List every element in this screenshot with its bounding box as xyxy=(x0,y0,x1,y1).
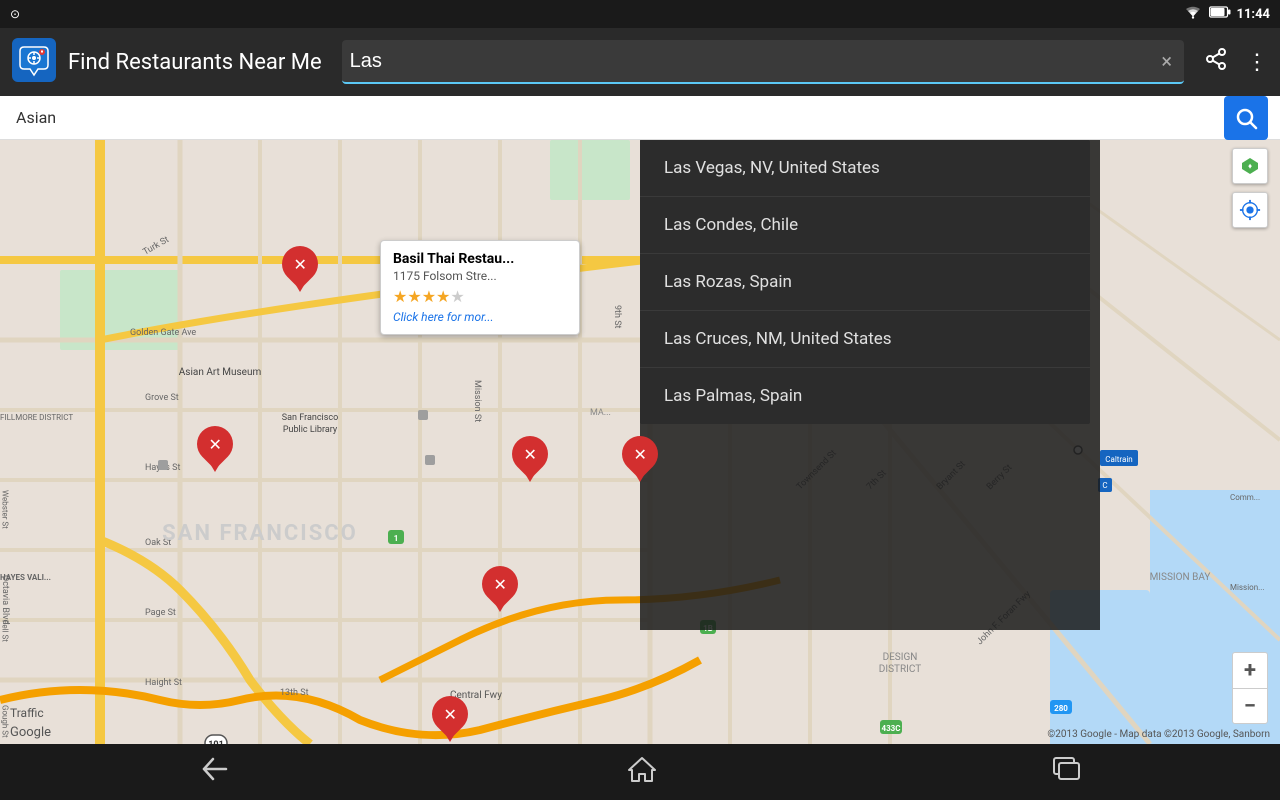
svg-text:Fell St: Fell St xyxy=(1,620,10,642)
status-bar: ⊙ 11:44 xyxy=(0,0,1280,28)
svg-text:Comm...: Comm... xyxy=(1230,493,1260,502)
zoom-out-button[interactable]: − xyxy=(1232,688,1268,724)
home-button[interactable] xyxy=(604,747,680,798)
restaurant-marker[interactable]: ✕ xyxy=(432,696,468,740)
clear-button[interactable]: × xyxy=(1157,45,1176,77)
popup-address: 1175 Folsom Stre... xyxy=(393,269,567,283)
gps-status-icon: ⊙ xyxy=(10,7,20,21)
battery-icon xyxy=(1209,6,1231,22)
restaurant-marker[interactable]: ✕ xyxy=(482,566,518,610)
app-icon xyxy=(12,38,56,86)
svg-text:DISTRICT: DISTRICT xyxy=(879,664,921,675)
info-popup: Basil Thai Restau... 1175 Folsom Stre...… xyxy=(380,240,580,335)
traffic-label: Traffic xyxy=(10,706,44,720)
share-icon[interactable] xyxy=(1204,47,1228,77)
svg-text:♦: ♦ xyxy=(1248,162,1252,171)
autocomplete-item-0[interactable]: Las Vegas, NV, United States xyxy=(640,140,1090,197)
svg-text:FILLMORE DISTRICT: FILLMORE DISTRICT xyxy=(0,413,73,422)
restaurant-marker[interactable]: ✕ xyxy=(622,436,658,480)
search-input[interactable] xyxy=(350,50,1158,73)
search-container: × xyxy=(342,40,1184,84)
svg-text:Grove St: Grove St xyxy=(145,393,179,403)
restaurant-marker[interactable]: ✕ xyxy=(512,436,548,480)
svg-text:MA...: MA... xyxy=(590,408,611,418)
svg-text:Gough St: Gough St xyxy=(1,705,10,738)
top-bar-icons: ⋮ xyxy=(1204,47,1268,77)
svg-text:Octavia Blvd: Octavia Blvd xyxy=(0,575,10,625)
svg-text:13th St: 13th St xyxy=(280,688,309,698)
popup-restaurant-name: Basil Thai Restau... xyxy=(393,251,567,267)
popup-link[interactable]: Click here for mor... xyxy=(393,310,567,324)
svg-text:433C: 433C xyxy=(881,724,900,733)
svg-text:MISSION BAY: MISSION BAY xyxy=(1150,572,1211,583)
app-title: Find Restaurants Near Me xyxy=(68,50,322,75)
popup-stars: ★★★★★ xyxy=(393,287,567,306)
search-button[interactable] xyxy=(1224,96,1268,140)
svg-text:280: 280 xyxy=(1054,704,1068,713)
filter-label: Asian xyxy=(16,108,56,127)
more-menu-icon[interactable]: ⋮ xyxy=(1246,50,1268,75)
autocomplete-item-1[interactable]: Las Condes, Chile xyxy=(640,197,1090,254)
wifi-icon xyxy=(1183,5,1203,23)
svg-text:Webster St: Webster St xyxy=(1,490,10,529)
autocomplete-item-4[interactable]: Las Palmas, Spain xyxy=(640,368,1090,424)
time-display: 11:44 xyxy=(1237,7,1271,22)
zoom-in-button[interactable]: + xyxy=(1232,652,1268,688)
recent-apps-button[interactable] xyxy=(1029,749,1105,796)
svg-text:Asian Art Museum: Asian Art Museum xyxy=(179,367,262,378)
svg-text:Mission St: Mission St xyxy=(472,380,482,422)
svg-text:SAN FRANCISCO: SAN FRANCISCO xyxy=(162,521,358,546)
map-copyright: ©2013 Google - Map data ©2013 Google, Sa… xyxy=(1047,729,1270,740)
svg-text:San Francisco: San Francisco xyxy=(282,413,338,423)
svg-text:Mission...: Mission... xyxy=(1230,583,1264,592)
restaurant-marker[interactable]: ✕ xyxy=(282,246,318,290)
svg-text:1: 1 xyxy=(394,534,399,543)
google-watermark: Google xyxy=(10,725,51,740)
svg-text:Haight St: Haight St xyxy=(145,678,182,688)
autocomplete-item-2[interactable]: Las Rozas, Spain xyxy=(640,254,1090,311)
map-layer-button[interactable]: ♦ xyxy=(1232,148,1268,184)
svg-text:Golden Gate Ave: Golden Gate Ave xyxy=(130,328,196,338)
zoom-controls: + − xyxy=(1232,652,1268,724)
svg-text:9th St: 9th St xyxy=(612,305,622,329)
autocomplete-dropdown: Las Vegas, NV, United States Las Condes,… xyxy=(640,140,1090,424)
svg-text:Public Library: Public Library xyxy=(283,425,338,435)
map-controls: ♦ xyxy=(1232,148,1268,228)
svg-text:DESIGN: DESIGN xyxy=(883,652,918,663)
map-area[interactable]: Turk St Golden Gate Ave Grove St Hayes S… xyxy=(0,140,1280,744)
filter-bar: Asian xyxy=(0,96,1280,140)
svg-text:Page St: Page St xyxy=(145,608,176,618)
svg-text:C: C xyxy=(1102,481,1107,490)
autocomplete-item-3[interactable]: Las Cruces, NM, United States xyxy=(640,311,1090,368)
restaurant-marker[interactable]: ✕ xyxy=(197,426,233,470)
bottom-navigation-bar xyxy=(0,744,1280,800)
back-button[interactable] xyxy=(175,748,255,797)
top-bar: Find Restaurants Near Me × ⋮ xyxy=(0,28,1280,96)
svg-text:HAYES VALI...: HAYES VALI... xyxy=(0,573,51,582)
svg-text:Caltrain: Caltrain xyxy=(1105,455,1132,464)
my-location-button[interactable] xyxy=(1232,192,1268,228)
